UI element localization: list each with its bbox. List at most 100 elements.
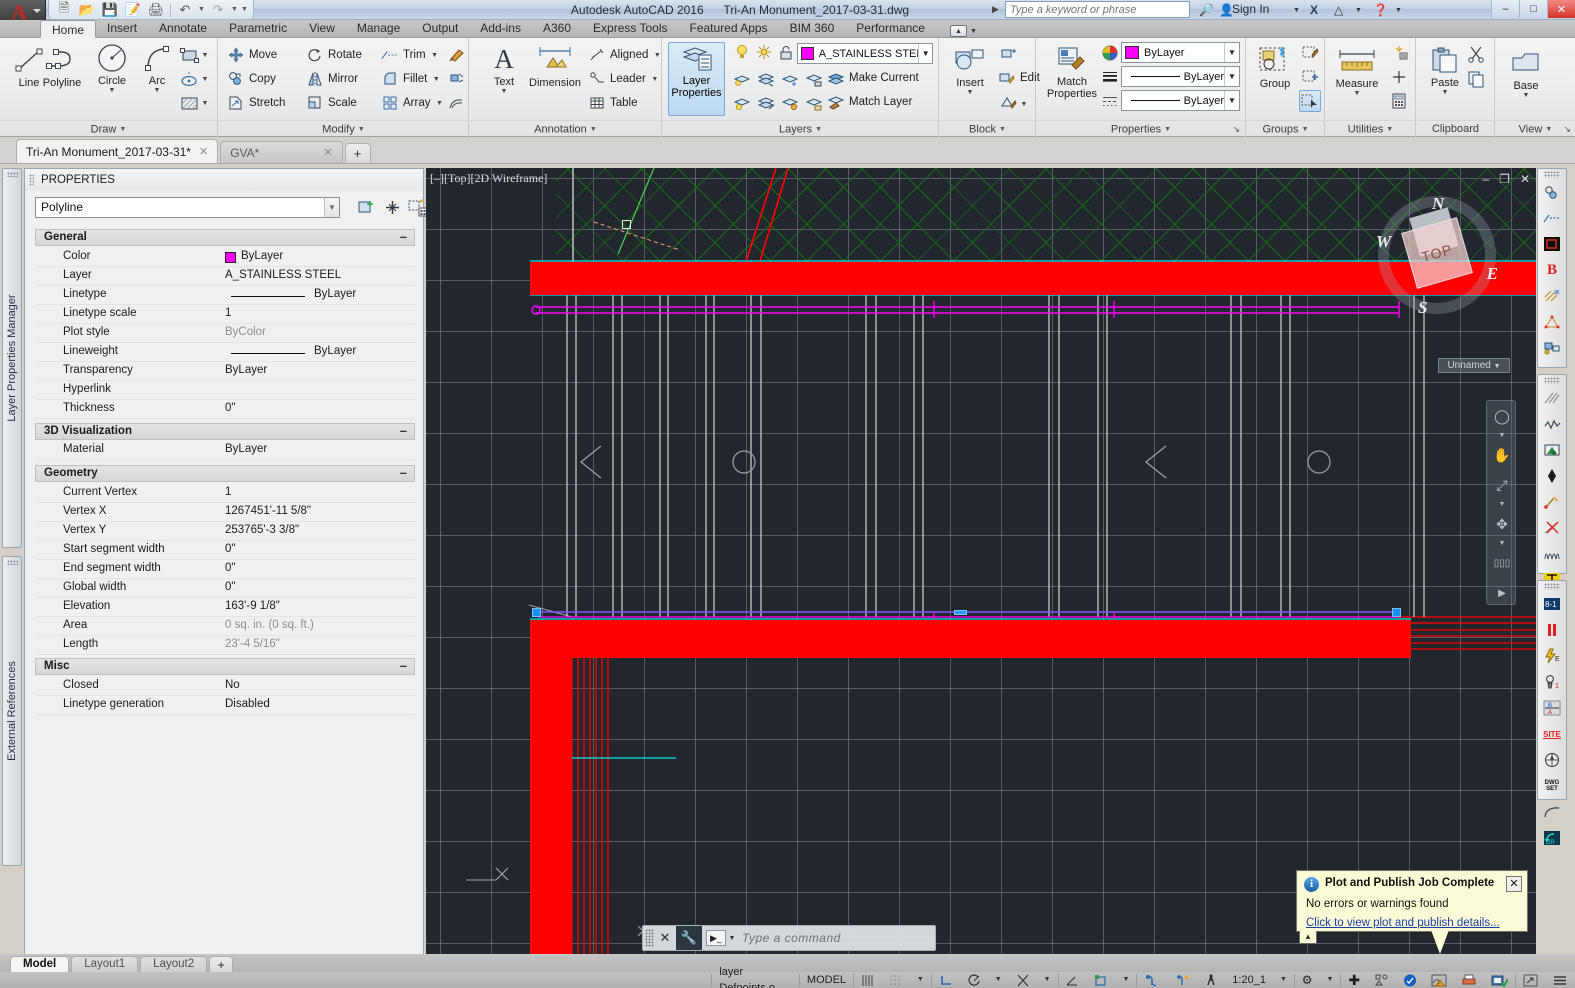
rt-lighting-icon[interactable]: 1: [1538, 669, 1566, 695]
annotation-scale-value[interactable]: 1:20_1: [1225, 972, 1273, 988]
property-row-layer[interactable]: Layer A_STAINLESS STEEL: [35, 267, 415, 286]
ribbon-minimize-icon[interactable]: ▲: [949, 25, 967, 37]
dock-external-references[interactable]: External References: [2, 556, 22, 866]
properties-panel-caret-icon[interactable]: ▼: [1164, 126, 1171, 133]
rectangle-icon[interactable]: [178, 44, 200, 66]
grip-point-start[interactable]: [532, 608, 541, 617]
doc-tab-close-icon[interactable]: ✕: [199, 145, 208, 158]
modify-stretch-button[interactable]: Stretch: [227, 92, 285, 114]
autodesk-cloud-icon[interactable]: △: [1334, 2, 1343, 18]
layers-make-current-button[interactable]: Make Current: [827, 67, 919, 89]
viewport-config-label[interactable]: [–][Top][2D Wireframe]: [430, 171, 547, 186]
linetype-combo[interactable]: ByLayer ▼: [1121, 90, 1240, 111]
layout-tab-model[interactable]: Model: [10, 956, 70, 972]
rt-delete-dimension-icon[interactable]: [1538, 515, 1566, 541]
hatch-caret-icon[interactable]: ▼: [200, 94, 210, 112]
tab-annotate[interactable]: Annotate: [148, 19, 218, 37]
layer-freeze-obj-icon[interactable]: [779, 68, 801, 90]
group-button[interactable]: Group: [1249, 44, 1301, 90]
base-button[interactable]: Base ▼: [1500, 46, 1552, 99]
grid-display-icon[interactable]: [854, 972, 882, 988]
paste-caret-icon[interactable]: ▼: [1442, 89, 1449, 96]
named-view-selector[interactable]: Unnamed ▼: [1438, 358, 1510, 373]
rt-multiple-lines-icon[interactable]: [1538, 385, 1566, 411]
ungroup-icon[interactable]: [1299, 42, 1321, 64]
zoom-extents-icon[interactable]: ⤢: [1487, 470, 1517, 500]
property-row-color[interactable]: Color ByLayer: [35, 248, 415, 267]
layout-tab-layout1[interactable]: Layout1: [71, 956, 139, 972]
layer-unisolate-icon[interactable]: [755, 68, 777, 90]
calculator-icon[interactable]: [1388, 90, 1410, 112]
property-row-vertex-y[interactable]: Vertex Y 253765'-3 3/8": [35, 522, 415, 541]
workspace-person-icon[interactable]: [1197, 972, 1225, 988]
rt-arc-tool-icon[interactable]: [1538, 799, 1566, 825]
rt-electrical-icon[interactable]: E: [1538, 643, 1566, 669]
group-add-icon[interactable]: [1299, 66, 1321, 88]
linetype-caret-icon[interactable]: ▼: [1224, 91, 1239, 110]
compass-north-label[interactable]: N: [1432, 194, 1444, 214]
drawing-viewport[interactable]: [–][Top][2D Wireframe] – ❐ ✕ TOP N S E W…: [426, 168, 1536, 954]
base-caret-icon[interactable]: ▼: [1523, 92, 1530, 99]
layer-thaw-all-icon[interactable]: [779, 92, 801, 114]
modify-panel-caret-icon[interactable]: ▼: [358, 126, 365, 133]
close-button[interactable]: ✕: [1547, 0, 1575, 18]
view-dialog-launcher-icon[interactable]: ↘: [1563, 121, 1571, 138]
snap-mode-icon[interactable]: [882, 972, 910, 988]
undo-icon[interactable]: ↶: [174, 1, 196, 19]
toolbar-grip-icon[interactable]: [1544, 171, 1560, 178]
block-attribute-icon[interactable]: [998, 91, 1020, 113]
help-caret-icon[interactable]: ▼: [1395, 2, 1402, 18]
layer-lock-icon[interactable]: [775, 42, 797, 64]
text-caret-icon[interactable]: ▼: [501, 88, 508, 95]
ucs-icon-toggle[interactable]: [1086, 972, 1115, 988]
measure-button[interactable]: Measure ▼: [1329, 44, 1385, 97]
arc-caret-icon[interactable]: ▼: [154, 87, 161, 94]
rt-swap-text-icon[interactable]: BA: [1538, 695, 1566, 721]
array-caret-icon[interactable]: ▼: [434, 94, 444, 112]
sign-in-caret-icon[interactable]: ▼: [1293, 2, 1300, 18]
layout-tab-layout2[interactable]: Layout2: [140, 956, 208, 972]
draw-polyline-button[interactable]: Polyline: [36, 43, 88, 89]
annotation-scale-caret-icon[interactable]: ▼: [1273, 972, 1294, 988]
modify-trim-button[interactable]: Trim ▼: [381, 44, 440, 66]
minimize-button[interactable]: –: [1491, 0, 1519, 18]
doc-tab-close-icon[interactable]: ✕: [323, 146, 332, 159]
customization-plus-icon[interactable]: ✚: [1341, 972, 1367, 988]
erase-icon[interactable]: [445, 44, 467, 66]
insert-caret-icon[interactable]: ▼: [967, 89, 974, 96]
rt-text-mask-icon[interactable]: [1538, 437, 1566, 463]
groups-panel-caret-icon[interactable]: ▼: [1302, 126, 1309, 133]
rt-site-icon[interactable]: SITE: [1538, 721, 1566, 747]
workspace-caret-icon[interactable]: ▼: [1320, 972, 1341, 988]
rectangle-caret-icon[interactable]: ▼: [200, 46, 210, 64]
ellipse-icon[interactable]: [178, 68, 200, 90]
orbit-caret-icon[interactable]: ▼: [1487, 539, 1517, 548]
redo-icon[interactable]: ↷: [207, 1, 229, 19]
lineweight-combo[interactable]: ByLayer ▼: [1121, 66, 1240, 87]
object-type-combo[interactable]: Polyline ▼: [35, 197, 340, 218]
ribbon-minimize-caret-icon[interactable]: ▼: [970, 28, 977, 35]
leader-caret-icon[interactable]: ▼: [650, 70, 660, 88]
rt-flatten-icon[interactable]: [1538, 463, 1566, 489]
tab-a360[interactable]: A360: [532, 19, 582, 37]
tab-parametric[interactable]: Parametric: [218, 19, 298, 37]
compass-west-label[interactable]: W: [1376, 232, 1391, 252]
open-icon[interactable]: 📂: [76, 1, 98, 19]
property-row-global-width[interactable]: Global width 0": [35, 579, 415, 598]
tab-manage[interactable]: Manage: [346, 19, 411, 37]
rt-quick-leader-icon[interactable]: [1538, 489, 1566, 515]
panel-title-modify[interactable]: Modify ▼: [219, 120, 468, 137]
measure-caret-icon[interactable]: ▼: [1354, 90, 1361, 97]
group-collapse-icon[interactable]: –: [400, 465, 407, 480]
panel-title-draw[interactable]: Draw ▼: [0, 120, 217, 137]
group-collapse-icon[interactable]: –: [400, 658, 407, 673]
command-prompt-icon[interactable]: ▶_: [706, 930, 726, 946]
dock-layer-properties-manager[interactable]: Layer Properties Manager: [2, 168, 22, 548]
pan-hand-icon[interactable]: ✋: [1487, 440, 1517, 470]
tab-featured-apps[interactable]: Featured Apps: [679, 19, 779, 37]
modify-move-button[interactable]: Move: [227, 44, 277, 66]
layer-properties-button[interactable]: Layer Properties: [668, 42, 725, 116]
lineweight-caret-icon[interactable]: ▼: [1224, 67, 1239, 86]
panel-title-clipboard[interactable]: Clipboard: [1417, 120, 1494, 137]
properties-group-geometry[interactable]: Geometry –: [35, 465, 415, 482]
